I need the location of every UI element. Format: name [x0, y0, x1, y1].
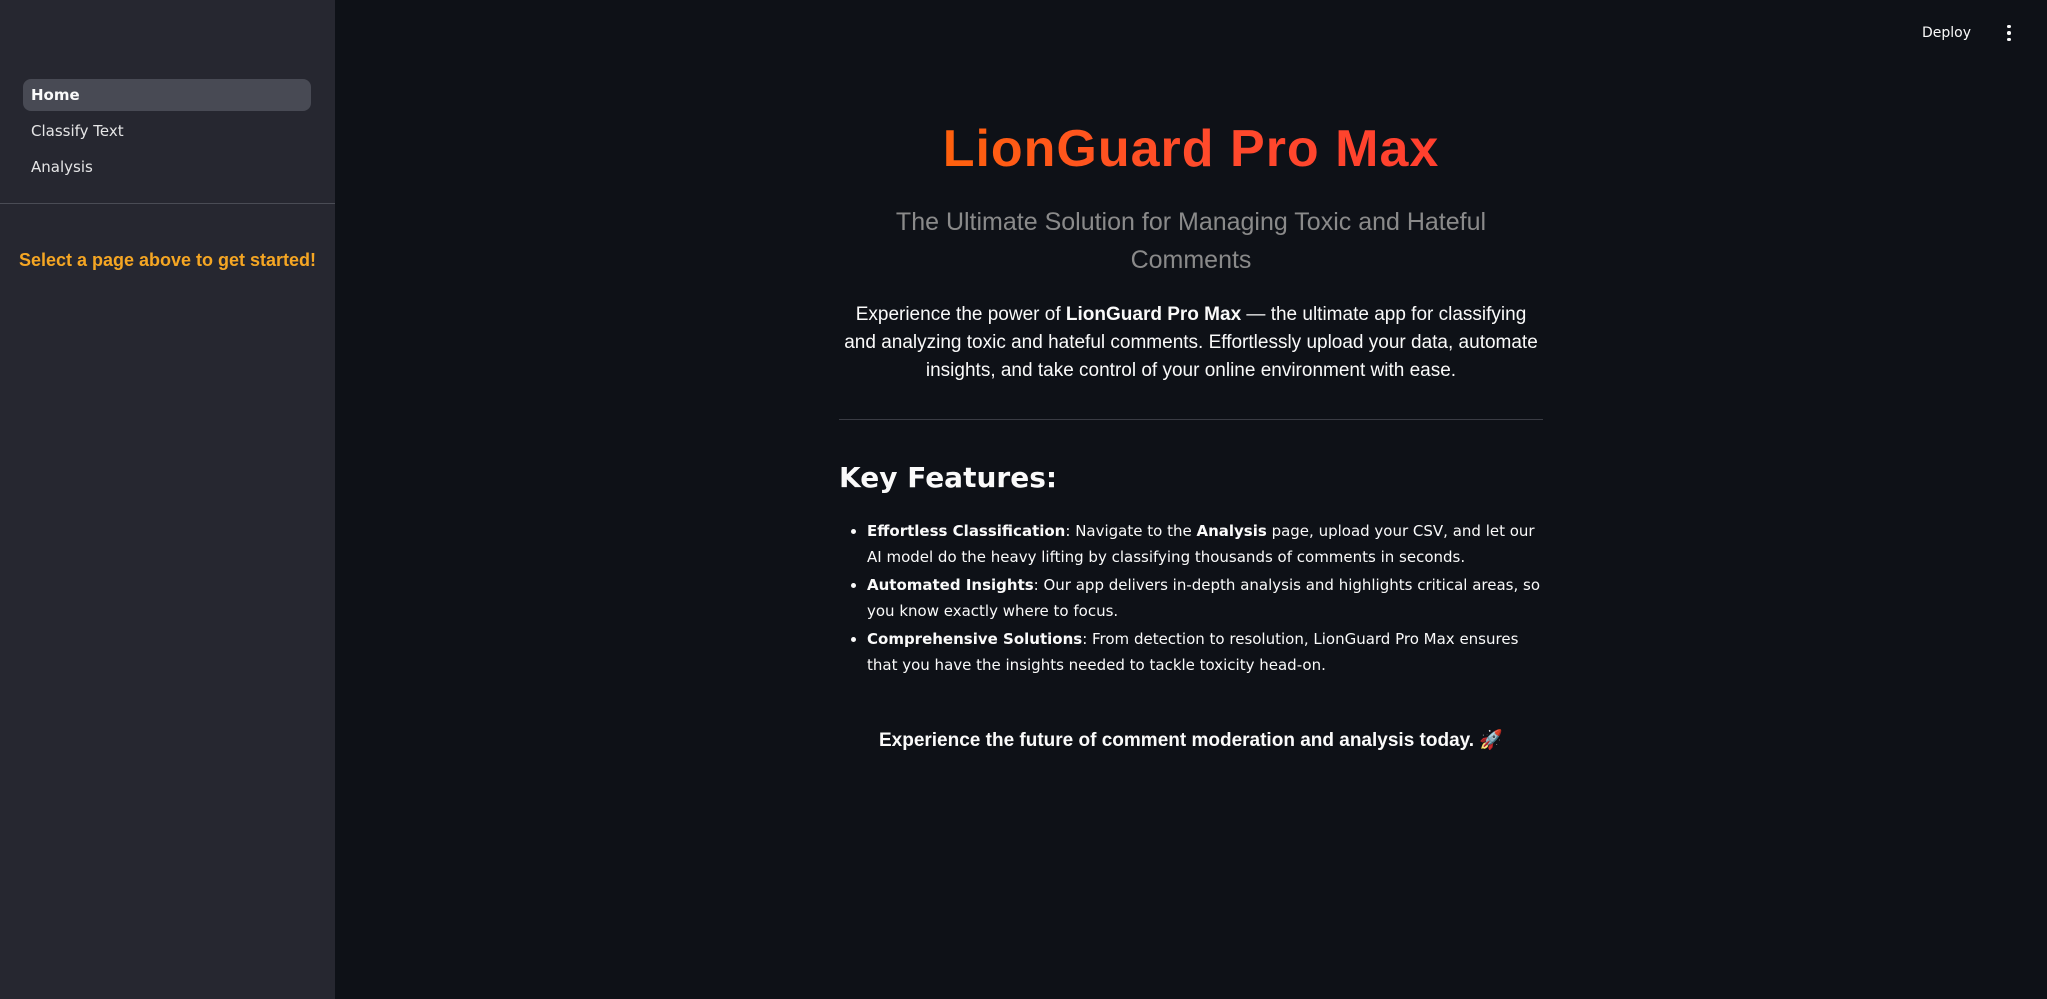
sidebar-item-label: Classify Text	[31, 122, 124, 140]
sidebar-item-classify-text[interactable]: Classify Text	[23, 115, 311, 147]
main-area: Deploy LionGuard Pro Max The Ultimate So…	[335, 0, 2047, 999]
page-title: LionGuard Pro Max	[839, 113, 1543, 185]
top-toolbar: Deploy	[1912, 0, 2047, 66]
feature-inline-bold: Analysis	[1196, 522, 1267, 540]
main-content: LionGuard Pro Max The Ultimate Solution …	[839, 113, 1543, 752]
features-heading: Key Features:	[839, 461, 1058, 494]
sidebar-nav: Home Classify Text Analysis	[23, 79, 311, 187]
sidebar-item-home[interactable]: Home	[23, 79, 311, 111]
sidebar-hint: Select a page above to get started!	[18, 250, 317, 270]
sidebar-item-analysis[interactable]: Analysis	[23, 151, 311, 183]
sidebar-item-label: Home	[31, 86, 80, 104]
list-item: Automated Insights: Our app delivers in-…	[867, 572, 1543, 624]
sidebar: Home Classify Text Analysis Select a pag…	[0, 0, 335, 999]
feature-title: Automated Insights	[867, 576, 1034, 594]
sidebar-item-label: Analysis	[31, 158, 93, 176]
sidebar-divider	[0, 203, 335, 204]
content-divider	[839, 419, 1543, 420]
intro-prefix: Experience the power of	[855, 304, 1066, 325]
deploy-button[interactable]: Deploy	[1912, 19, 1981, 47]
list-item: Effortless Classification: Navigate to t…	[867, 518, 1543, 570]
feature-title: Comprehensive Solutions	[867, 630, 1083, 648]
feature-title: Effortless Classification	[867, 522, 1066, 540]
list-item: Comprehensive Solutions: From detection …	[867, 626, 1543, 678]
intro-paragraph: Experience the power of LionGuard Pro Ma…	[839, 301, 1543, 385]
page-subtitle: The Ultimate Solution for Managing Toxic…	[895, 208, 1487, 274]
kebab-menu-icon[interactable]	[1997, 21, 2021, 45]
intro-app-name: LionGuard Pro Max	[1065, 304, 1242, 325]
feature-text: : Navigate to the	[1065, 522, 1197, 540]
tagline: Experience the future of comment moderat…	[878, 730, 1504, 751]
features-list: Effortless Classification: Navigate to t…	[839, 518, 1543, 678]
